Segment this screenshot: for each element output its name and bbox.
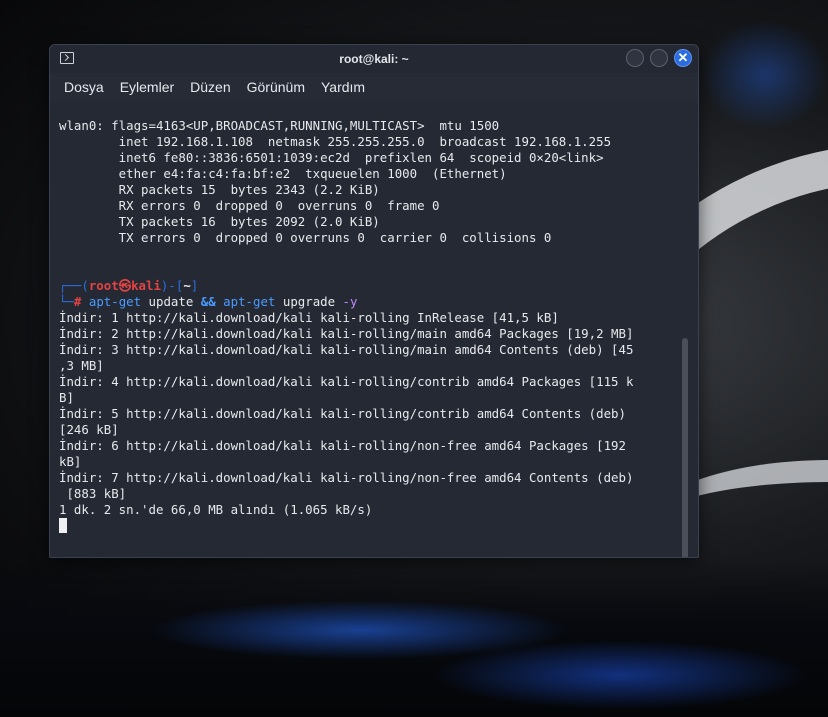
output-line: [883 kB] <box>59 486 127 501</box>
ifconfig-line: TX errors 0 dropped 0 overruns 0 carrier… <box>59 230 552 245</box>
ifconfig-line: TX packets 16 bytes 2092 (2.0 KiB) <box>59 214 380 229</box>
command-arg: upgrade <box>282 294 336 309</box>
wallpaper-blue-glow <box>700 20 828 130</box>
command-name: apt-get <box>223 294 276 309</box>
prompt-frame: └─ <box>59 294 74 309</box>
prompt-hash: # <box>73 294 82 309</box>
output-line: İndir: 1 http://kali.download/kali kali-… <box>59 310 559 325</box>
terminal-output[interactable]: wlan0: flags=4163<UP,BROADCAST,RUNNING,M… <box>59 118 679 534</box>
window-controls: ✕ <box>626 49 692 67</box>
menu-bar: Dosya Eylemler Düzen Görünüm Yardım <box>50 73 698 101</box>
prompt-frame: ┌──( <box>59 278 89 293</box>
prompt-frame: )-[ <box>160 278 184 293</box>
command-option: -y <box>342 294 358 309</box>
terminal-icon[interactable] <box>60 52 74 64</box>
output-line: İndir: 3 http://kali.download/kali kali-… <box>59 342 634 357</box>
ifconfig-line: RX errors 0 dropped 0 overruns 0 frame 0 <box>59 198 440 213</box>
command-name: apt-get <box>88 294 142 309</box>
output-line: kB] <box>59 454 82 469</box>
maximize-button[interactable] <box>650 49 668 67</box>
ifconfig-line: RX packets 15 bytes 2343 (2.2 KiB) <box>59 182 380 197</box>
output-line: İndir: 2 http://kali.download/kali kali-… <box>59 326 634 341</box>
menu-item-eylemler[interactable]: Eylemler <box>112 79 182 95</box>
prompt-user: root <box>88 278 119 293</box>
prompt-at: ㉿ <box>118 278 132 293</box>
window-titlebar[interactable]: root@kali: ~ ✕ <box>50 45 698 73</box>
terminal-window[interactable]: root@kali: ~ ✕ Dosya Eylemler Düzen Görü… <box>49 44 699 558</box>
menu-item-duzen[interactable]: Düzen <box>182 79 238 95</box>
output-line: B] <box>59 390 74 405</box>
wallpaper-blue-glow <box>430 640 810 710</box>
command-arg: update <box>148 294 194 309</box>
output-line: ,3 MB] <box>59 358 104 373</box>
window-title: root@kali: ~ <box>339 52 409 66</box>
menu-item-gorunum[interactable]: Görünüm <box>239 79 313 95</box>
text-cursor <box>59 518 67 533</box>
menu-item-dosya[interactable]: Dosya <box>56 79 112 95</box>
prompt-host: kali <box>131 278 161 293</box>
ifconfig-line: inet6 fe80::3836:6501:1039:ec2d prefixle… <box>59 150 604 165</box>
prompt-path: ~ <box>183 278 191 293</box>
output-line: [246 kB] <box>59 422 119 437</box>
output-line: İndir: 4 http://kali.download/kali kali-… <box>59 374 634 389</box>
close-button[interactable]: ✕ <box>674 49 692 67</box>
command-operator: && <box>200 294 216 309</box>
menu-item-yardim[interactable]: Yardım <box>313 79 373 95</box>
ifconfig-line: ether e4:fa:c4:fa:bf:e2 txqueuelen 1000 … <box>59 166 507 181</box>
ifconfig-line: wlan0: flags=4163<UP,BROADCAST,RUNNING,M… <box>59 118 500 133</box>
prompt-frame: ] <box>190 278 199 293</box>
ifconfig-line: inet 192.168.1.108 netmask 255.255.255.0… <box>59 134 612 149</box>
terminal-content[interactable]: wlan0: flags=4163<UP,BROADCAST,RUNNING,M… <box>50 101 698 557</box>
output-line: İndir: 6 http://kali.download/kali kali-… <box>59 438 626 453</box>
output-line: İndir: 7 http://kali.download/kali kali-… <box>59 470 634 485</box>
output-line: İndir: 5 http://kali.download/kali kali-… <box>59 406 626 421</box>
output-line: 1 dk. 2 sn.'de 66,0 MB alındı (1.065 kB/… <box>59 502 373 517</box>
terminal-scrollbar[interactable] <box>682 338 688 557</box>
minimize-button[interactable] <box>626 49 644 67</box>
